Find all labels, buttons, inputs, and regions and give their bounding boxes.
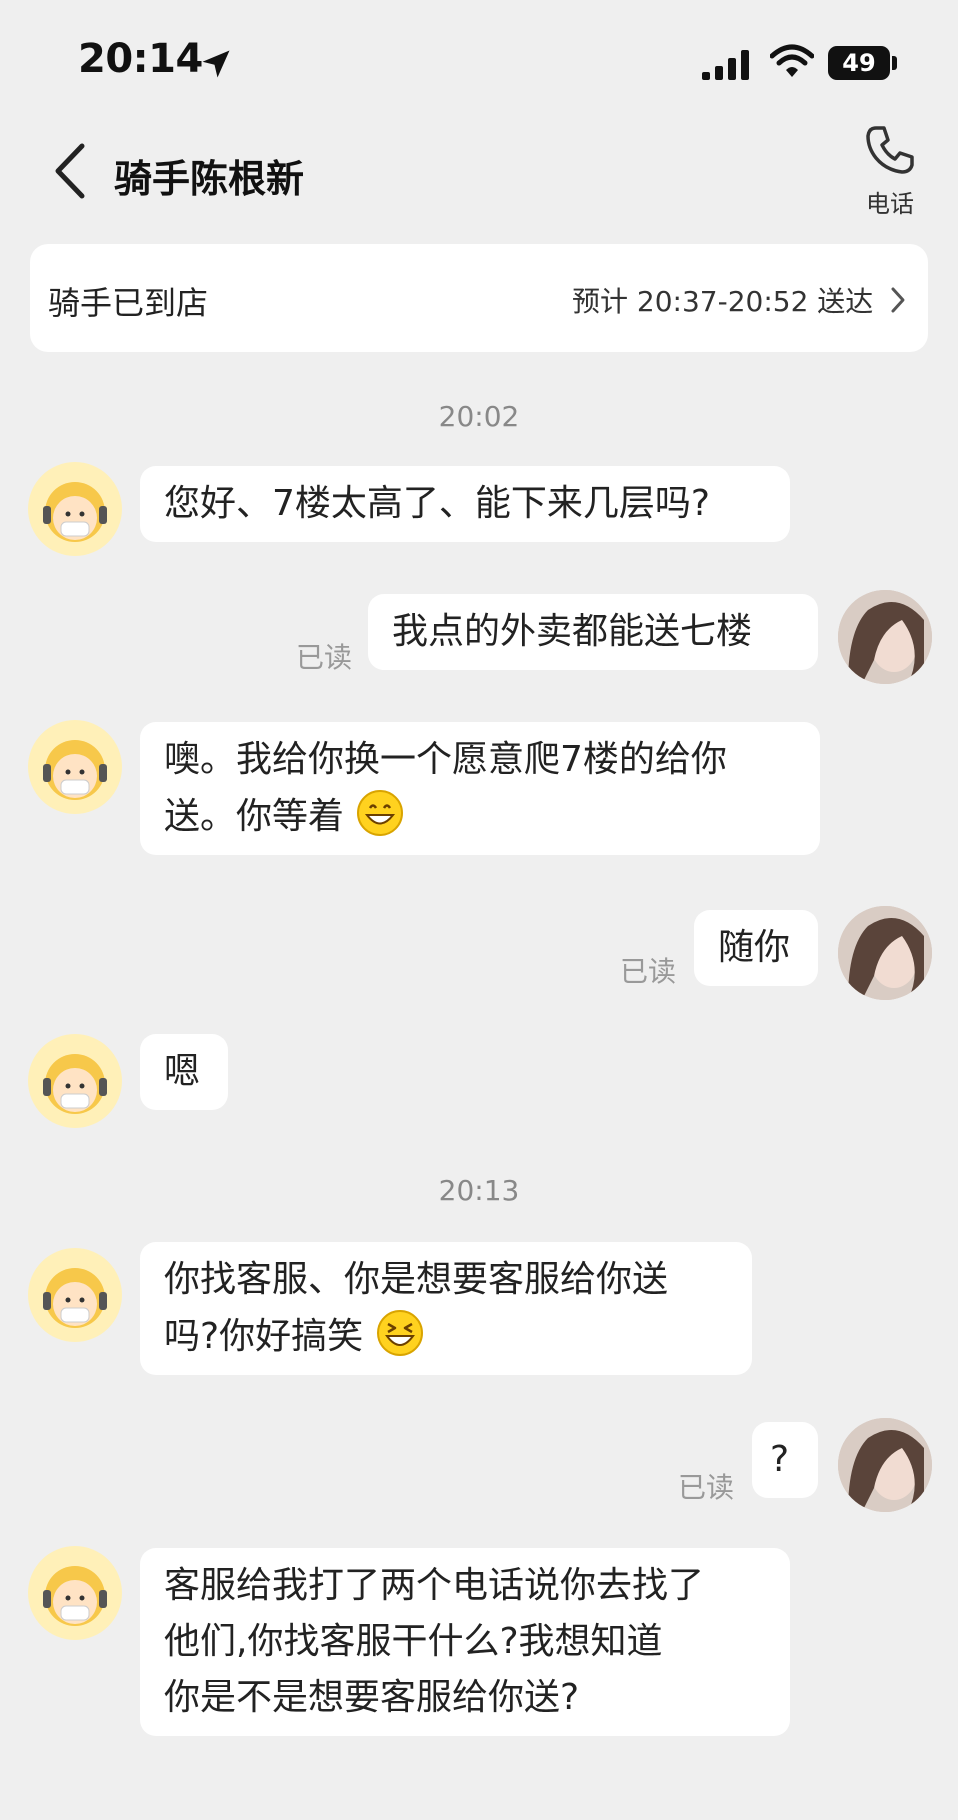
message-line: 你找客服、你是想要客服给你送: [164, 1259, 669, 1300]
message-line: 随你: [718, 927, 791, 968]
message-line: ?: [770, 1439, 790, 1480]
rider-face-icon: [43, 1566, 107, 1626]
message-line: 您好、7楼太高了、能下来几层吗?: [164, 483, 711, 524]
rider-avatar[interactable]: [28, 1248, 122, 1342]
back-chevron-icon[interactable]: [50, 142, 90, 200]
message-line: 你是不是想要客服给你送?: [164, 1677, 580, 1718]
chevron-right-icon: [891, 287, 905, 313]
message-line: 噢。我给你换一个愿意爬7楼的给你: [164, 739, 727, 780]
user-photo-icon: [838, 906, 932, 1000]
read-receipt: 已读: [296, 641, 353, 674]
chat-timestamp: 20:02: [438, 400, 520, 433]
battery-indicator: 49: [828, 46, 890, 80]
my-message-bubble[interactable]: 随你: [694, 910, 818, 986]
rider-message-bubble[interactable]: 你找客服、你是想要客服给你送 吗?你好搞笑: [140, 1242, 752, 1375]
battery-tip: [892, 56, 897, 70]
delivery-eta-text: 预计 20:37-20:52 送达: [572, 285, 874, 318]
my-message-bubble[interactable]: ?: [752, 1422, 818, 1498]
message-line: 嗯: [164, 1051, 201, 1092]
chat-timestamp: 20:13: [438, 1174, 520, 1207]
read-receipt: 已读: [620, 955, 677, 988]
my-avatar[interactable]: [838, 906, 932, 1000]
rider-face-icon: [43, 1054, 107, 1114]
rider-avatar[interactable]: [28, 720, 122, 814]
page-title: 骑手陈根新: [114, 157, 305, 201]
message-line-with-emoji: 吗?你好搞笑: [164, 1308, 728, 1365]
message-line: 吗?你好搞笑: [164, 1316, 364, 1357]
rider-message-bubble[interactable]: 您好、7楼太高了、能下来几层吗?: [140, 466, 790, 542]
cellular-signal-icon: [702, 50, 749, 80]
message-line: 客服给我打了两个电话说你去找了: [164, 1565, 705, 1606]
message-line: 他们,你找客服干什么?我想知道: [164, 1621, 663, 1662]
rider-avatar[interactable]: [28, 462, 122, 556]
rider-status-text: 骑手已到店: [48, 284, 209, 322]
user-photo-icon: [838, 590, 932, 684]
rider-message-bubble[interactable]: 噢。我给你换一个愿意爬7楼的给你 送。你等着: [140, 722, 820, 855]
message-line: 送。你等着: [164, 796, 345, 837]
rider-message-bubble[interactable]: 客服给我打了两个电话说你去找了 他们,你找客服干什么?我想知道 你是不是想要客服…: [140, 1548, 790, 1736]
location-arrow-icon: [202, 50, 230, 78]
user-photo-icon: [838, 1418, 932, 1512]
rider-avatar[interactable]: [28, 1034, 122, 1128]
message-line: 我点的外卖都能送七楼: [392, 611, 753, 652]
status-time: 20:14: [78, 36, 203, 82]
my-avatar[interactable]: [838, 590, 932, 684]
rider-avatar[interactable]: [28, 1546, 122, 1640]
grin-emoji-icon: [357, 790, 404, 836]
my-avatar[interactable]: [838, 1418, 932, 1512]
phone-label[interactable]: 电话: [850, 184, 930, 219]
my-message-bubble[interactable]: 我点的外卖都能送七楼: [368, 594, 818, 670]
wifi-icon: [770, 44, 814, 77]
rider-face-icon: [43, 482, 107, 542]
rider-face-icon: [43, 740, 107, 800]
rider-face-icon: [43, 1268, 107, 1328]
laugh-emoji-icon: [376, 1310, 423, 1356]
phone-icon[interactable]: [862, 122, 918, 178]
read-receipt: 已读: [678, 1471, 735, 1504]
rider-message-bubble[interactable]: 嗯: [140, 1034, 228, 1110]
message-line-with-emoji: 送。你等着: [164, 788, 796, 845]
